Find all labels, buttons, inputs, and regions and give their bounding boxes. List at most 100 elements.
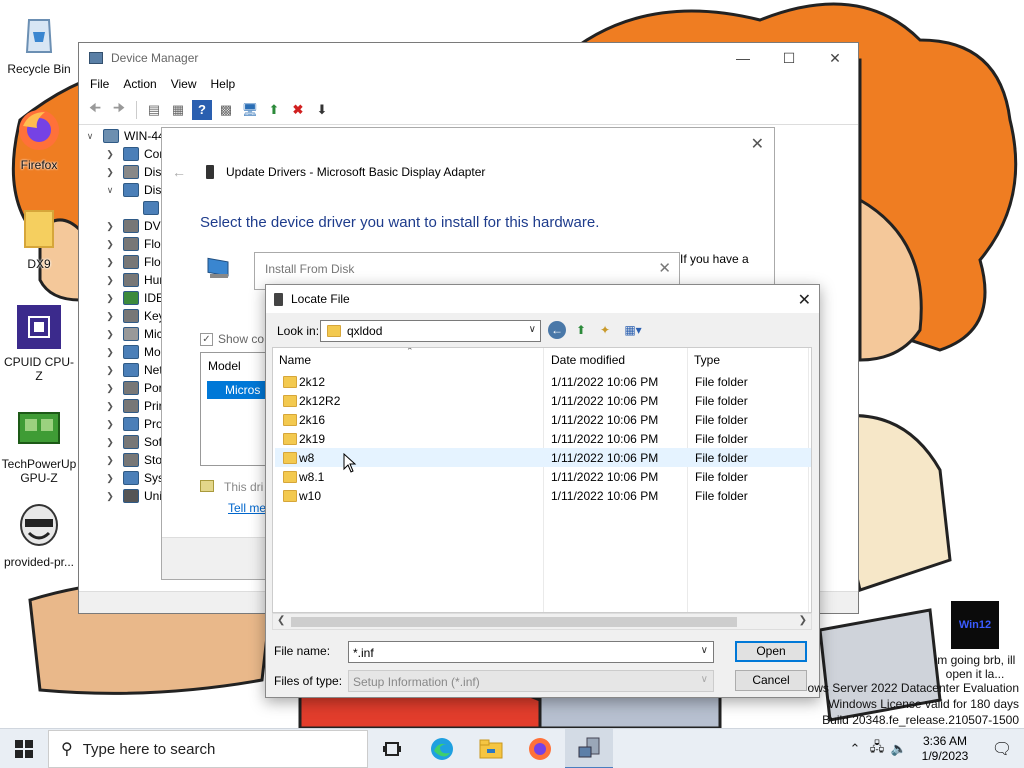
up-folder-icon[interactable]: ⬆	[572, 321, 590, 339]
column-type[interactable]: Type	[694, 353, 720, 367]
scroll-left-icon[interactable]: ❮	[277, 615, 285, 626]
expand-chevron-icon[interactable]: ❯	[103, 347, 117, 358]
back-arrow-icon[interactable]: 🠈	[85, 100, 105, 120]
tree-item[interactable]: ❯ Flop	[103, 253, 167, 271]
new-folder-icon[interactable]: ✦	[596, 321, 614, 339]
desktop-icon-provided[interactable]: provided-pr...	[1, 503, 77, 569]
scroll-right-icon[interactable]: ❯	[799, 615, 807, 626]
expand-chevron-icon[interactable]: ❯	[103, 293, 117, 304]
disable-icon[interactable]: ⬇	[312, 100, 332, 120]
maximize-button[interactable]: ☐	[766, 43, 812, 73]
tree-item[interactable]: ❯ Prir	[103, 397, 163, 415]
expand-chevron-icon[interactable]: ❯	[103, 149, 117, 160]
file-explorer-button[interactable]	[467, 729, 515, 768]
tree-item[interactable]: ❯ DVD	[103, 217, 169, 235]
expand-chevron-icon[interactable]: ❯	[103, 311, 117, 322]
expand-chevron-icon[interactable]: ❯	[103, 383, 117, 394]
list-view-icon[interactable]: ▦	[168, 100, 188, 120]
scan-hardware-icon[interactable]: 🖥	[240, 100, 260, 120]
close-button[interactable]: ✕	[812, 43, 858, 73]
network-icon[interactable]: 🖧	[866, 738, 888, 760]
update-driver-icon[interactable]: ⬆	[264, 100, 284, 120]
expand-chevron-icon[interactable]: ❯	[103, 239, 117, 250]
back-arrow-icon[interactable]: ←	[172, 164, 186, 180]
tree-item[interactable]: ❯ Net	[103, 361, 163, 379]
file-row[interactable]: w10 1/11/2022 10:06 PM File folder	[275, 486, 811, 505]
expand-chevron-icon[interactable]: ❯	[103, 257, 117, 268]
chevron-down-icon[interactable]: ∨	[529, 324, 536, 335]
expand-chevron-icon[interactable]: ❯	[103, 275, 117, 286]
tree-item[interactable]: ❯ Unii	[103, 487, 165, 505]
tree-item[interactable]	[123, 199, 164, 217]
tree-item[interactable]: ❯ Pro	[103, 415, 163, 433]
show-compatible-checkbox[interactable]: ✓ Show co	[200, 332, 264, 346]
file-row[interactable]: 2k12 1/11/2022 10:06 PM File folder	[275, 372, 811, 391]
uninstall-icon[interactable]: ✖	[288, 100, 308, 120]
edge-button[interactable]	[418, 729, 466, 768]
column-name[interactable]: Name	[279, 353, 311, 367]
tree-item[interactable]: ❯ Mo	[103, 343, 161, 361]
win12-tile[interactable]: Win12	[951, 601, 999, 649]
file-row[interactable]: 2k16 1/11/2022 10:06 PM File folder	[275, 410, 811, 429]
close-icon[interactable]: ✕	[798, 290, 811, 310]
chevron-up-icon[interactable]: ⌃	[844, 741, 866, 757]
task-view-button[interactable]	[368, 729, 416, 768]
tree-item[interactable]: ❯ Soft	[103, 433, 165, 451]
desktop-icon-firefox[interactable]: Firefox	[1, 106, 77, 172]
expand-chevron-icon[interactable]: ❯	[103, 329, 117, 340]
desktop-icon-dx9[interactable]: DX9	[1, 205, 77, 271]
menu-action[interactable]: Action	[116, 77, 163, 91]
menu-view[interactable]: View	[164, 77, 204, 91]
tree-root[interactable]: ∨ WIN-44	[83, 127, 165, 145]
menu-file[interactable]: File	[83, 77, 116, 91]
tree-item[interactable]: ❯ Key	[103, 307, 165, 325]
minimize-button[interactable]: —	[720, 43, 766, 73]
close-icon[interactable]: ✕	[658, 259, 671, 277]
expand-chevron-icon[interactable]: ❯	[103, 221, 117, 232]
expand-chevron-icon[interactable]: ❯	[103, 401, 117, 412]
file-name-input[interactable]: *.inf ∨	[348, 641, 714, 663]
view-menu-icon[interactable]: ▦▾	[620, 321, 646, 339]
properties-icon[interactable]: ▤	[144, 100, 164, 120]
tree-item[interactable]: ❯ Flop	[103, 235, 167, 253]
notification-icon[interactable]: 🗨	[980, 739, 1024, 759]
file-row[interactable]: 2k12R2 1/11/2022 10:06 PM File folder	[275, 391, 811, 410]
menu-help[interactable]: Help	[204, 77, 243, 91]
close-icon[interactable]: ✕	[751, 134, 764, 154]
firefox-taskbar-button[interactable]	[516, 729, 564, 768]
column-date[interactable]: Date modified	[551, 353, 625, 367]
cancel-button[interactable]: Cancel	[735, 670, 807, 691]
forward-arrow-icon[interactable]: 🠊	[109, 100, 129, 120]
desktop-icon-cpuz[interactable]: CPUID CPU-Z	[1, 303, 77, 383]
collapse-chevron-icon[interactable]: ∨	[103, 185, 117, 196]
tree-item[interactable]: ❯ Disk	[103, 163, 167, 181]
file-row[interactable]: 2k19 1/11/2022 10:06 PM File folder	[275, 429, 811, 448]
desktop-icon-gpuz[interactable]: TechPowerUp GPU-Z	[1, 405, 77, 485]
horizontal-scrollbar[interactable]: ❮ ❯	[272, 613, 812, 630]
tree-item[interactable]: ❯ Mic	[103, 325, 163, 343]
back-icon[interactable]: ←	[548, 321, 566, 339]
start-button[interactable]	[0, 729, 48, 768]
tree-item[interactable]: ❯ Cor	[103, 145, 163, 163]
expand-chevron-icon[interactable]: ❯	[103, 455, 117, 466]
chevron-down-icon[interactable]: ∨	[701, 645, 708, 656]
volume-muted-icon[interactable]: 🔈	[888, 741, 910, 757]
collapse-chevron-icon[interactable]: ∨	[83, 131, 97, 142]
look-in-dropdown[interactable]: qxldod ∨	[320, 320, 541, 342]
model-list[interactable]: Model Micros	[200, 352, 277, 466]
tree-item[interactable]: ❯ Stor	[103, 451, 166, 469]
expand-chevron-icon[interactable]: ❯	[103, 419, 117, 430]
clock[interactable]: 3:36 AM 1/9/2023	[910, 734, 980, 764]
expand-chevron-icon[interactable]: ❯	[103, 365, 117, 376]
open-button[interactable]: Open	[735, 641, 807, 662]
expand-chevron-icon[interactable]: ❯	[103, 167, 117, 178]
device-manager-taskbar-button[interactable]	[565, 729, 613, 768]
taskbar-search[interactable]: ⚲ Type here to search	[48, 730, 368, 768]
help-icon[interactable]: ?	[192, 99, 212, 120]
tree-item[interactable]: ❯ Por	[103, 379, 163, 397]
tree-item[interactable]: ❯ Syst	[103, 469, 167, 487]
desktop-icon-recycle-bin[interactable]: Recycle Bin	[1, 10, 77, 76]
expand-chevron-icon[interactable]: ❯	[103, 491, 117, 502]
expand-chevron-icon[interactable]: ❯	[103, 437, 117, 448]
tree-item[interactable]: ❯ Hun	[103, 271, 166, 289]
